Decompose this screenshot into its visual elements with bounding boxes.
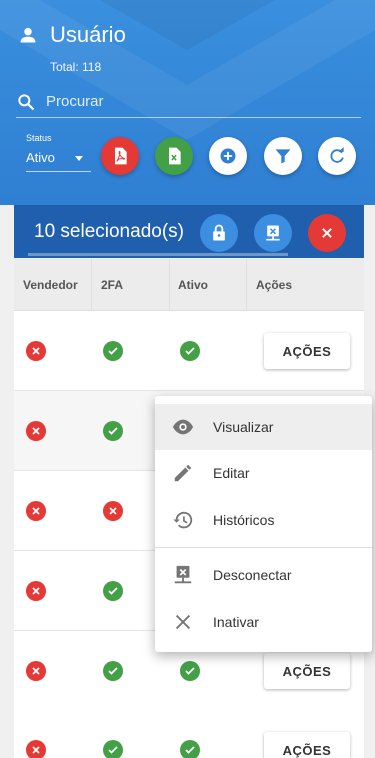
menu-item-label: Editar	[213, 465, 250, 481]
x-icon-vendedor	[26, 341, 46, 361]
column-divider	[91, 259, 92, 311]
disconnect-selected-button[interactable]	[254, 214, 292, 252]
disconnect-icon	[174, 565, 192, 584]
refresh-icon	[330, 146, 344, 163]
table-row[interactable]: AÇÕES	[14, 710, 364, 758]
lock-icon	[213, 224, 225, 241]
column-header-vendedor[interactable]: Vendedor	[23, 278, 78, 292]
search-bar	[16, 86, 361, 118]
check-icon-2fa	[103, 740, 123, 758]
column-divider	[169, 259, 170, 311]
row-actions-button[interactable]: AÇÕES	[264, 333, 350, 369]
column-divider	[246, 259, 247, 311]
refresh-button[interactable]	[318, 137, 356, 175]
close-icon	[175, 614, 191, 630]
selection-scroll-indicator	[28, 253, 288, 256]
x-icon-2fa	[103, 501, 123, 521]
table-header: Vendedor 2FA Ativo Ações	[14, 259, 364, 311]
app-header: Usuário Total: 118 Status Ativo	[0, 0, 375, 205]
menu-item-label: Visualizar	[213, 419, 274, 435]
export-excel-button[interactable]	[155, 137, 193, 175]
check-icon-2fa	[103, 421, 123, 441]
column-header-2fa[interactable]: 2FA	[101, 278, 123, 292]
x-icon-vendedor	[26, 661, 46, 681]
check-icon-ativo	[180, 740, 200, 758]
filter-button[interactable]	[264, 137, 302, 175]
check-icon-2fa	[103, 341, 123, 361]
x-icon-vendedor	[26, 740, 46, 758]
selection-count: 10 selecionado(s)	[34, 220, 184, 242]
column-header-ativo[interactable]: Ativo	[178, 278, 208, 292]
check-icon-ativo	[180, 341, 200, 361]
filter-icon	[275, 149, 291, 164]
close-icon	[322, 228, 332, 238]
menu-item-label: Históricos	[213, 512, 275, 528]
check-icon-ativo	[180, 661, 200, 681]
row-actions-button[interactable]: AÇÕES	[264, 653, 350, 689]
menu-item-desconectar[interactable]: Desconectar	[155, 552, 372, 598]
row-actions-button[interactable]: AÇÕES	[264, 732, 350, 758]
history-icon	[173, 511, 193, 529]
status-select[interactable]: Ativo	[26, 150, 91, 172]
export-pdf-button[interactable]	[101, 137, 139, 175]
chevron-down-icon	[75, 156, 83, 161]
excel-icon	[169, 147, 181, 165]
clear-selection-button[interactable]	[308, 214, 346, 252]
status-value: Ativo	[26, 150, 55, 165]
menu-divider	[155, 547, 372, 548]
disconnect-icon	[266, 225, 280, 241]
selection-bar: 10 selecionado(s)	[14, 205, 364, 258]
status-filter[interactable]: Status Ativo	[26, 133, 91, 172]
status-label: Status	[26, 133, 52, 143]
menu-item-inativar[interactable]: Inativar	[155, 599, 372, 645]
menu-item-label: Inativar	[213, 614, 259, 630]
title-row: Usuário	[18, 22, 126, 48]
pencil-icon	[174, 464, 192, 482]
x-icon-vendedor	[26, 581, 46, 601]
menu-item-editar[interactable]: Editar	[155, 450, 372, 496]
x-icon-vendedor	[26, 421, 46, 441]
x-icon-vendedor	[26, 501, 46, 521]
lock-selected-button[interactable]	[200, 214, 238, 252]
menu-item-label: Desconectar	[213, 567, 292, 583]
actions-menu: Visualizar Editar Históricos Desconectar…	[155, 396, 372, 652]
check-icon-2fa	[103, 661, 123, 681]
eye-icon	[172, 419, 194, 435]
menu-item-historicos[interactable]: Históricos	[155, 497, 372, 543]
column-header-acoes: Ações	[256, 277, 293, 292]
menu-item-visualizar[interactable]: Visualizar	[155, 404, 372, 450]
total-count: Total: 118	[50, 60, 102, 74]
add-icon	[220, 148, 236, 164]
pdf-icon	[115, 147, 127, 165]
search-icon	[18, 93, 35, 110]
table-row[interactable]: AÇÕES	[14, 311, 364, 391]
page-title: Usuário	[50, 22, 126, 47]
search-input[interactable]	[46, 93, 346, 110]
check-icon-2fa	[103, 581, 123, 601]
user-icon	[20, 27, 36, 43]
add-button[interactable]	[209, 137, 247, 175]
